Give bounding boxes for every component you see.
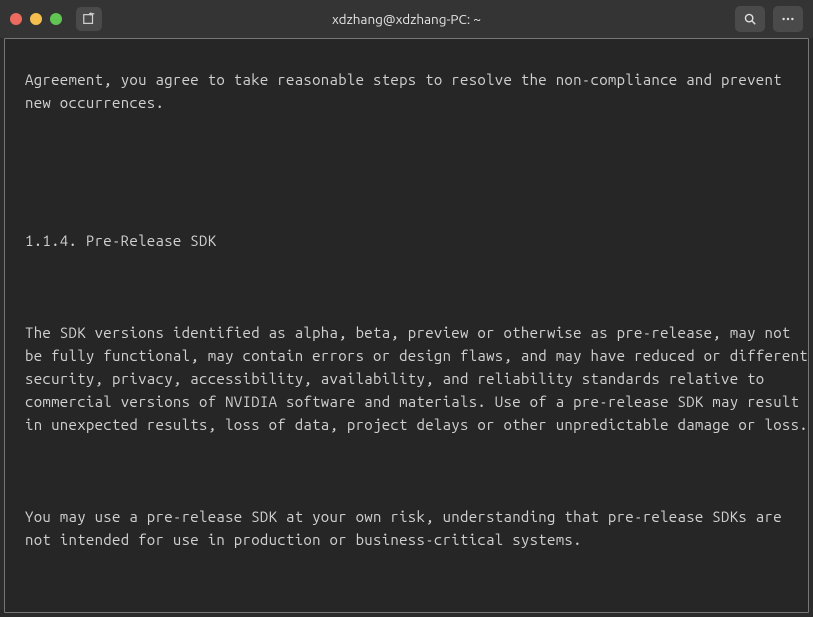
close-icon[interactable] [10,13,22,25]
new-tab-button[interactable] [76,7,102,31]
menu-button[interactable] [773,6,803,32]
terminal-output: Agreement, you agree to take reasonable … [5,45,808,613]
eula-paragraph: Agreement, you agree to take reasonable … [5,68,808,114]
eula-paragraph: The SDK versions identified as alpha, be… [5,321,808,436]
titlebar: xdzhang@xdzhang-PC: ~ [0,0,813,38]
search-icon [743,12,757,26]
header-right [735,6,803,32]
window-title: xdzhang@xdzhang-PC: ~ [0,11,813,27]
terminal[interactable]: Agreement, you agree to take reasonable … [4,38,809,613]
eula-section-heading: 1.1.4. Pre-Release SDK [5,229,808,252]
eula-paragraph: You may use a pre-release SDK at your ow… [5,505,808,551]
maximize-icon[interactable] [50,13,62,25]
window-controls [10,13,62,25]
new-tab-icon [82,12,96,26]
menu-icon [781,12,795,26]
search-button[interactable] [735,6,765,32]
minimize-icon[interactable] [30,13,42,25]
